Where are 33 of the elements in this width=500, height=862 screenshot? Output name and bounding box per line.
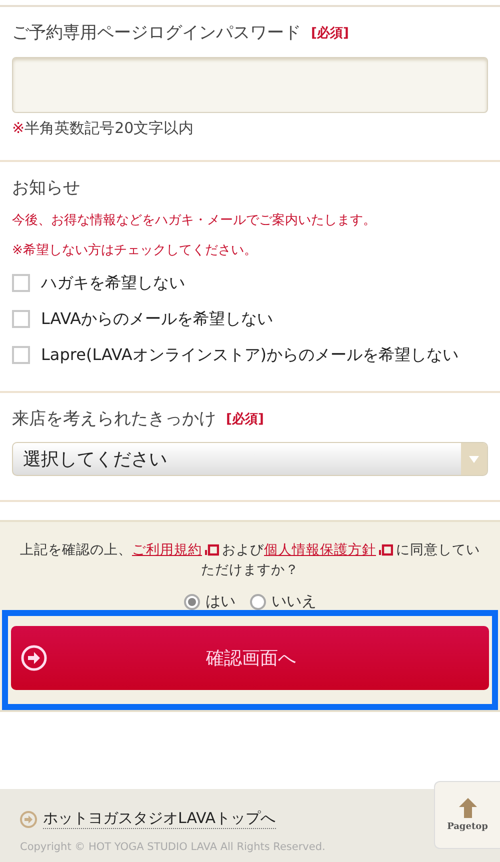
checkbox[interactable] (12, 346, 30, 364)
arrow-circle-icon (20, 810, 37, 828)
select-dropdown[interactable]: 選択してください (12, 442, 488, 476)
radio-label: はい (206, 592, 236, 610)
checkbox-label: Lapre(LAVAオンラインストア)からのメールを希望しない (41, 344, 458, 366)
radio-button[interactable] (184, 594, 200, 610)
radio-label: いいえ (272, 592, 316, 610)
section-heading: お知らせ (12, 177, 81, 199)
external-link-icon (205, 544, 219, 556)
arrow-circle-icon (21, 645, 47, 671)
up-arrow-icon (458, 798, 476, 818)
dropdown-arrow-icon (469, 456, 479, 462)
radio-button[interactable] (250, 594, 266, 610)
confirm-button[interactable]: 確認画面へ (11, 626, 489, 690)
notice-text: 今後、お得な情報などをハガキ・メールでご案内いたします。 (12, 212, 377, 229)
link[interactable]: 個人情報保護方針 (264, 542, 376, 558)
checkbox-label: LAVAからのメールを希望しない (41, 308, 274, 330)
checkbox-label: ハガキを希望しない (41, 272, 185, 294)
password-field[interactable] (12, 57, 488, 113)
agreement-text: 上記を確認の上、ご利用規約 および個人情報保護方針 に同意していただけますか？ (19, 541, 481, 580)
required-tag: [必須] (226, 410, 264, 428)
required-tag: [必須] (311, 24, 349, 42)
field-note: ※半角英数記号20文字以内 (12, 119, 195, 138)
notice-text: ※希望しない方はチェックしてください。 (12, 242, 258, 259)
field-label: 来店を考えられたきっかけ (12, 408, 216, 430)
checkbox[interactable] (12, 274, 30, 292)
checkbox[interactable] (12, 310, 30, 328)
top-link[interactable]: ホットヨガスタジオLAVAトップへ (43, 809, 276, 829)
external-link-icon (379, 544, 393, 556)
field-label: ご予約専用ページログインパスワード (12, 22, 301, 44)
pagetop-button[interactable]: Pagetop (434, 781, 500, 849)
link[interactable]: ご利用規約 (132, 542, 202, 558)
copyright-text: Copyright © HOT YOGA STUDIO LAVA All Rights Reserved. (20, 841, 326, 853)
